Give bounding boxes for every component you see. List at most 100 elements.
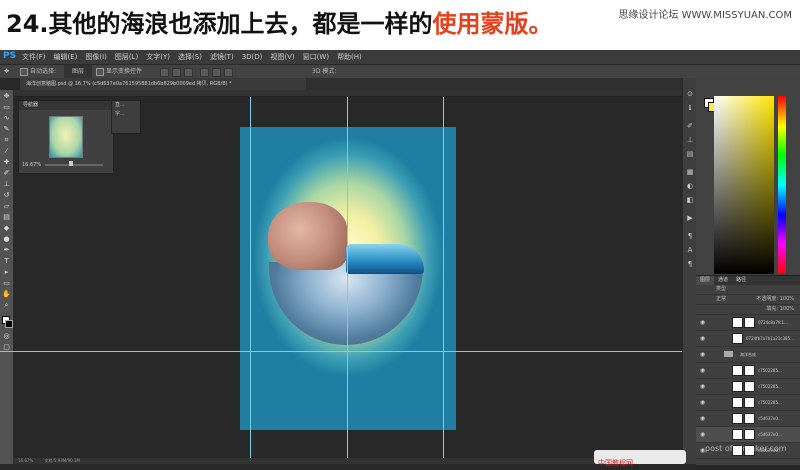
transform-controls-checkbox[interactable]	[96, 68, 104, 76]
visibility-eye-icon[interactable]: ◉	[700, 367, 705, 374]
visibility-eye-icon[interactable]: ◉	[700, 335, 705, 342]
layer-mask-thumbnail[interactable]	[744, 381, 755, 392]
tab-paths[interactable]: 路径	[732, 276, 750, 285]
quick-select-tool-icon[interactable]: ✎	[2, 125, 11, 133]
hand-tool-icon[interactable]: ✋	[2, 290, 11, 298]
layer-mask-thumbnail[interactable]	[744, 413, 755, 424]
layer-row[interactable]: ◉ c5d637e0...	[696, 411, 800, 427]
navigator-zoom-slider[interactable]	[45, 164, 103, 166]
visibility-eye-icon[interactable]: ◉	[700, 351, 705, 358]
align-bottom-button[interactable]	[184, 68, 193, 77]
history-brush-tool-icon[interactable]: ↺	[2, 191, 11, 199]
guide-line-horizontal[interactable]	[0, 351, 696, 352]
dodge-tool-icon[interactable]: ●	[2, 235, 11, 243]
history-icon[interactable]: ⊙	[686, 90, 694, 98]
clone-stamp-tool-icon[interactable]: ⊥	[2, 180, 11, 188]
document-canvas[interactable]	[240, 127, 456, 430]
info-icon[interactable]: ℹ	[686, 104, 694, 112]
layer-kind-dropdown[interactable]: 类型	[716, 286, 726, 292]
character-icon[interactable]: A	[686, 246, 694, 254]
navigator-zoom-knob[interactable]	[69, 161, 74, 166]
menu-select[interactable]: 选择(S)	[178, 51, 202, 63]
pen-tool-icon[interactable]: ✒	[2, 246, 11, 254]
mini-panel-item[interactable]: 字...	[112, 110, 140, 119]
background-color-swatch[interactable]	[5, 320, 13, 328]
tab-layers[interactable]: 图层	[696, 276, 715, 285]
menu-help[interactable]: 帮助(H)	[337, 51, 362, 63]
visibility-eye-icon[interactable]: ◉	[700, 415, 705, 422]
align-center-button[interactable]	[212, 68, 221, 77]
guide-line-vertical[interactable]	[347, 97, 348, 464]
adjustments-icon[interactable]: ◐	[686, 182, 694, 190]
layer-row[interactable]: ◉ 0724c8a7fc1...	[696, 315, 800, 331]
layer-row[interactable]: ◉ c7502285...	[696, 395, 800, 411]
menu-view[interactable]: 视图(V)	[270, 51, 294, 63]
visibility-eye-icon[interactable]: ◉	[700, 431, 705, 438]
layer-mask-thumbnail[interactable]	[744, 397, 755, 408]
document-tab[interactable]: 海洋创意脑图.psd @ 16.7% (c5d637e0a761595881db…	[20, 78, 306, 90]
status-zoom[interactable]: 16.67%	[18, 458, 33, 463]
guide-line-vertical[interactable]	[443, 97, 444, 464]
shape-tool-icon[interactable]: ▭	[2, 279, 11, 287]
auto-select-dropdown[interactable]: 图层	[64, 65, 93, 78]
menu-file[interactable]: 文件(F)	[22, 51, 46, 63]
zoom-tool-icon[interactable]: ⌕	[2, 301, 11, 309]
opacity-value[interactable]: 100%	[780, 296, 794, 302]
gradient-tool-icon[interactable]: ▤	[2, 213, 11, 221]
blend-mode-dropdown[interactable]: 正常	[716, 296, 726, 302]
color-picker-field[interactable]	[714, 96, 774, 274]
visibility-eye-icon[interactable]: ◉	[700, 383, 705, 390]
actions-icon[interactable]: ▶	[686, 214, 694, 222]
navigator-thumbnail[interactable]	[49, 116, 83, 158]
clone-source-icon[interactable]: ⊥	[686, 136, 694, 144]
blur-tool-icon[interactable]: ◆	[2, 224, 11, 232]
guide-line-vertical[interactable]	[250, 97, 251, 464]
align-left-button[interactable]	[200, 68, 209, 77]
align-right-button[interactable]	[224, 68, 233, 77]
brush-panel-icon[interactable]: ✐	[686, 122, 694, 130]
marquee-tool-icon[interactable]: ▭	[2, 103, 11, 111]
menu-layer[interactable]: 图层(L)	[115, 51, 138, 63]
layer-row[interactable]: ◉ c7502285...	[696, 379, 800, 395]
quick-mask-icon[interactable]: ◎	[2, 332, 11, 340]
layer-mask-thumbnail[interactable]	[744, 429, 755, 440]
tab-channels[interactable]: 通道	[714, 276, 732, 285]
crop-tool-icon[interactable]: ⌗	[2, 136, 11, 144]
fill-value[interactable]: 100%	[780, 306, 794, 312]
align-middle-button[interactable]	[172, 68, 181, 77]
navigator-zoom-value[interactable]: 16.67%	[22, 162, 41, 168]
layer-group-row[interactable]: ◉ 海洋合成	[696, 347, 800, 363]
healing-brush-tool-icon[interactable]: ✚	[2, 158, 11, 166]
paragraph-styles-icon[interactable]: ¶	[686, 260, 694, 268]
mini-panel-item[interactable]: 直...	[112, 101, 140, 110]
menu-filter[interactable]: 滤镜(T)	[210, 51, 234, 63]
layer-row-selected[interactable]: ◉ c5d637e0...	[696, 427, 800, 443]
visibility-eye-icon[interactable]: ◉	[700, 319, 705, 326]
swatches-icon[interactable]: ▦	[686, 168, 694, 176]
menu-3d[interactable]: 3D(D)	[242, 51, 263, 63]
layer-mask-thumbnail[interactable]	[744, 317, 755, 328]
eraser-tool-icon[interactable]: ▱	[2, 202, 11, 210]
layer-mask-thumbnail[interactable]	[744, 365, 755, 376]
paragraph-icon[interactable]: ¶	[686, 232, 694, 240]
visibility-eye-icon[interactable]: ◉	[700, 399, 705, 406]
layer-row[interactable]: ◉ c7502285...	[696, 363, 800, 379]
auto-select-checkbox[interactable]	[20, 68, 28, 76]
brush-tool-icon[interactable]: ✐	[2, 169, 11, 177]
screen-mode-icon[interactable]: ▢	[2, 343, 11, 351]
type-tool-icon[interactable]: T	[2, 257, 11, 265]
menu-type[interactable]: 文字(Y)	[146, 51, 170, 63]
align-top-button[interactable]	[160, 68, 169, 77]
styles-icon[interactable]: ◧	[686, 196, 694, 204]
move-tool-icon[interactable]: ✥	[4, 65, 9, 78]
eyedropper-tool-icon[interactable]: ⁄	[2, 147, 11, 155]
menu-window[interactable]: 窗口(W)	[303, 51, 329, 63]
lasso-tool-icon[interactable]: ∿	[2, 114, 11, 122]
menu-image[interactable]: 图像(I)	[85, 51, 107, 63]
menu-edit[interactable]: 编辑(E)	[54, 51, 78, 63]
layer-row[interactable]: ◉ 0724fb7a7b1a21c385...	[696, 331, 800, 347]
tool-presets-icon[interactable]: ▤	[686, 150, 694, 158]
path-select-tool-icon[interactable]: ▸	[2, 268, 11, 276]
move-tool-icon[interactable]: ✥	[2, 92, 11, 100]
hue-slider[interactable]	[778, 96, 786, 274]
